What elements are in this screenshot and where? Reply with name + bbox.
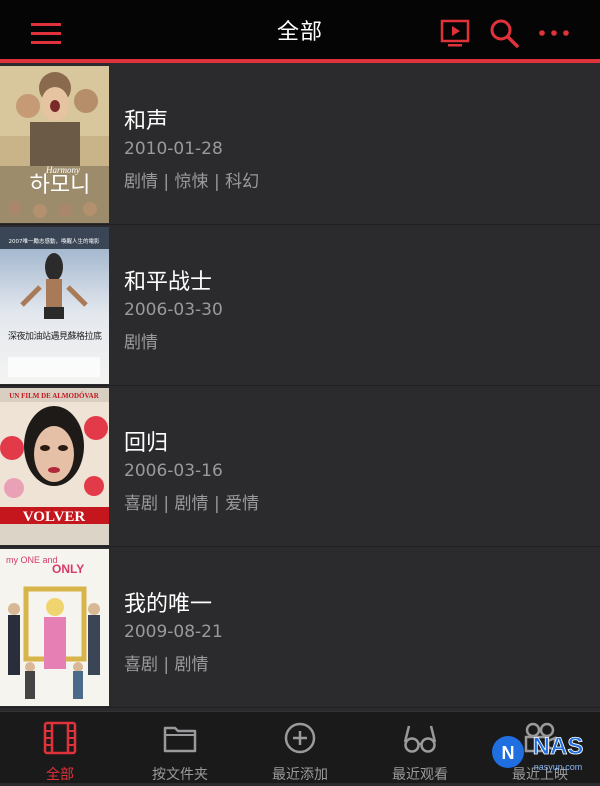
poster-title: ONLY — [52, 562, 84, 576]
movie-poster: 2007唯一勵志感動，喚醒人生的電影 深夜加油站遇見蘇格拉底 — [0, 227, 109, 384]
play-screen-icon — [440, 19, 470, 47]
tab-label: 最近观看 — [392, 767, 448, 783]
poster-title: VOLVER — [23, 509, 86, 525]
tab-recently-added[interactable]: 最近添加 — [240, 712, 360, 783]
movie-row[interactable]: my ONE and ONLY 我的唯一 2009-08-21 喜剧 | 剧情 — [0, 546, 600, 708]
poster-subtitle: my ONE and — [6, 555, 58, 565]
tab-by-folder[interactable]: 按文件夹 — [120, 712, 240, 783]
add-circle-icon — [284, 722, 316, 754]
tab-all[interactable]: 全部 — [0, 712, 120, 783]
svg-text:N: N — [502, 743, 515, 763]
folder-icon — [163, 726, 197, 753]
movie-title: 回归 — [124, 431, 169, 456]
movie-title: 和平战士 — [124, 270, 213, 295]
tab-label: 全部 — [46, 767, 74, 783]
movie-title: 我的唯一 — [124, 592, 213, 617]
poster-title: 深夜加油站遇見蘇格拉底 — [8, 330, 102, 342]
movie-poster: Harmony 하모니 — [0, 66, 109, 223]
genre-list: 喜剧 | 剧情 | 爱情 — [124, 494, 260, 514]
movie-title: 和声 — [124, 109, 169, 134]
movie-row[interactable]: 2007唯一勵志感動，喚醒人生的電影 深夜加油站遇見蘇格拉底 和平战士 2006… — [0, 224, 600, 386]
tab-label: 按文件夹 — [152, 767, 208, 783]
release-date: 2010-01-28 — [124, 139, 223, 159]
glasses-icon — [403, 725, 437, 753]
movie-poster: my ONE and ONLY — [0, 549, 109, 706]
movie-row[interactable]: Harmony 하모니 和声 2010-01-28 剧情 | 惊悚 | 科幻 — [0, 63, 600, 225]
play-to-device-button[interactable] — [437, 15, 473, 51]
release-date: 2006-03-16 — [124, 461, 223, 481]
tab-label: 最近添加 — [272, 767, 328, 783]
release-date: 2006-03-30 — [124, 300, 223, 320]
watermark-text: NAS — [533, 733, 584, 760]
movie-row[interactable]: UN FILM DE ALMODÓVAR VOLVER 回归 2006-03-1… — [0, 385, 600, 547]
release-date: 2009-08-21 — [124, 622, 223, 642]
genre-list: 剧情 | 惊悚 | 科幻 — [124, 172, 260, 192]
watermark-site: nasyun.com — [534, 762, 583, 772]
film-icon — [43, 721, 77, 755]
top-app-bar: 全部 — [0, 0, 600, 63]
more-dots-icon — [539, 30, 569, 36]
poster-tagline: 2007唯一勵志感動，喚醒人生的電影 — [9, 237, 100, 245]
search-button[interactable] — [486, 15, 522, 51]
tab-recently-watched[interactable]: 最近观看 — [360, 712, 480, 783]
poster-title: 하모니 — [30, 173, 91, 198]
site-watermark: N NAS nasyun.com — [488, 722, 600, 782]
search-icon — [490, 19, 519, 48]
poster-subtitle: UN FILM DE ALMODÓVAR — [9, 392, 99, 400]
movie-list: Harmony 하모니 和声 2010-01-28 剧情 | 惊悚 | 科幻 2… — [0, 63, 600, 711]
more-button[interactable] — [536, 15, 572, 51]
movie-poster: UN FILM DE ALMODÓVAR VOLVER — [0, 388, 109, 545]
genre-list: 剧情 — [124, 333, 158, 353]
genre-list: 喜剧 | 剧情 — [124, 655, 209, 675]
